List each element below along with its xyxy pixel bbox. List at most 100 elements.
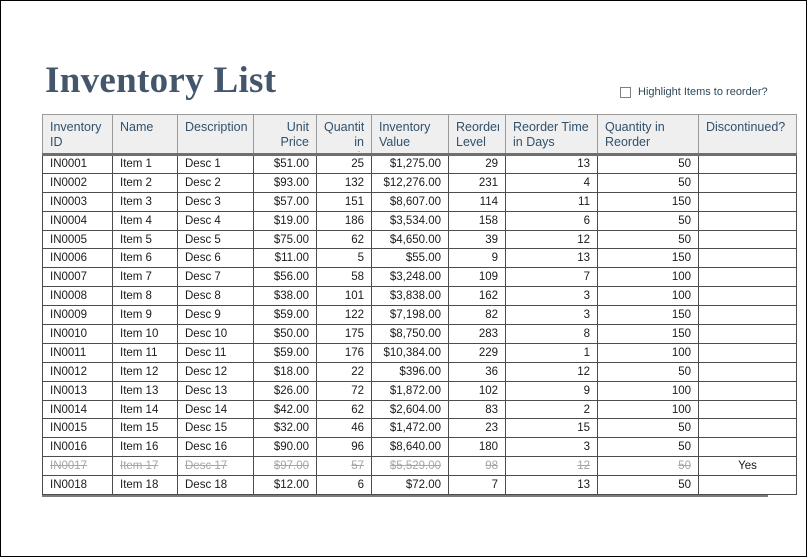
cell-unit-price[interactable]: $38.00 xyxy=(253,286,317,307)
cell-quantity-in-reorder[interactable]: 150 xyxy=(597,305,699,326)
cell-unit-price[interactable]: $59.00 xyxy=(253,342,317,363)
table-row[interactable]: IN0014 Item 14 Desc 14 $42.00 62 $2,604.00 83 2… xyxy=(42,399,797,420)
cell-inventory-id[interactable]: IN0014 xyxy=(42,399,113,420)
cell-description[interactable]: Desc 8 xyxy=(177,286,254,307)
cell-discontinued[interactable] xyxy=(698,475,797,496)
cell-quantity-in-reorder[interactable]: 150 xyxy=(597,248,699,269)
cell-discontinued[interactable] xyxy=(698,437,797,458)
column-header-inventory-value[interactable]: Inventory Value xyxy=(371,114,449,156)
cell-quantity-in-stock[interactable]: 46 xyxy=(316,418,372,439)
cell-discontinued[interactable] xyxy=(698,342,797,363)
cell-quantity-in-stock[interactable]: 96 xyxy=(316,437,372,458)
cell-description[interactable]: Desc 10 xyxy=(177,324,254,344)
cell-inventory-value[interactable]: $5,529.00 xyxy=(371,456,449,477)
cell-description[interactable]: Desc 9 xyxy=(177,305,254,326)
cell-quantity-in-stock[interactable]: 62 xyxy=(316,399,372,420)
cell-inventory-value[interactable]: $396.00 xyxy=(371,361,449,382)
cell-quantity-in-reorder[interactable]: 100 xyxy=(597,267,699,288)
cell-inventory-value[interactable]: $55.00 xyxy=(371,248,449,269)
cell-discontinued[interactable] xyxy=(698,191,797,212)
cell-unit-price[interactable]: $50.00 xyxy=(253,324,317,344)
cell-reorder-level[interactable]: 39 xyxy=(448,229,506,250)
cell-name[interactable]: Item 3 xyxy=(112,191,178,212)
cell-unit-price[interactable]: $18.00 xyxy=(253,361,317,382)
cell-reorder-level[interactable]: 82 xyxy=(448,305,506,326)
cell-discontinued[interactable] xyxy=(698,399,797,420)
table-row[interactable]: IN0009 Item 9 Desc 9 $59.00 122 $7,198.00 82 3 1… xyxy=(42,305,797,326)
cell-reorder-time-days[interactable]: 8 xyxy=(505,324,598,344)
table-row[interactable]: IN0013 Item 13 Desc 13 $26.00 72 $1,872.00 102… xyxy=(42,380,797,401)
cell-inventory-id[interactable]: IN0007 xyxy=(42,267,113,288)
cell-name[interactable]: Item 8 xyxy=(112,286,178,307)
cell-inventory-id[interactable]: IN0005 xyxy=(42,229,113,250)
cell-description[interactable]: Desc 17 xyxy=(177,456,254,477)
table-row[interactable]: IN0002 Item 2 Desc 2 $93.00 132 $12,276.00 231… xyxy=(42,172,797,193)
cell-unit-price[interactable]: $97.00 xyxy=(253,456,317,477)
table-row[interactable]: IN0016 Item 16 Desc 16 $90.00 96 $8,640.00 180… xyxy=(42,437,797,458)
cell-inventory-value[interactable]: $10,384.00 xyxy=(371,342,449,363)
cell-inventory-id[interactable]: IN0003 xyxy=(42,191,113,212)
cell-inventory-value[interactable]: $1,275.00 xyxy=(371,154,449,174)
cell-quantity-in-stock[interactable]: 151 xyxy=(316,191,372,212)
cell-description[interactable]: Desc 7 xyxy=(177,267,254,288)
cell-reorder-level[interactable]: 36 xyxy=(448,361,506,382)
cell-inventory-id[interactable]: IN0012 xyxy=(42,361,113,382)
cell-unit-price[interactable]: $26.00 xyxy=(253,380,317,401)
cell-inventory-value[interactable]: $8,640.00 xyxy=(371,437,449,458)
cell-inventory-id[interactable]: IN0010 xyxy=(42,324,113,344)
cell-reorder-level[interactable]: 7 xyxy=(448,475,506,496)
table-row[interactable]: IN0015 Item 15 Desc 15 $32.00 46 $1,472.00 23 1… xyxy=(42,418,797,439)
cell-reorder-level[interactable]: 9 xyxy=(448,248,506,269)
cell-inventory-value[interactable]: $4,650.00 xyxy=(371,229,449,250)
cell-quantity-in-reorder[interactable]: 50 xyxy=(597,210,699,231)
cell-reorder-level[interactable]: 231 xyxy=(448,172,506,193)
cell-unit-price[interactable]: $11.00 xyxy=(253,248,317,269)
cell-reorder-time-days[interactable]: 3 xyxy=(505,286,598,307)
cell-name[interactable]: Item 4 xyxy=(112,210,178,231)
cell-inventory-id[interactable]: IN0017 xyxy=(42,456,113,477)
cell-discontinued[interactable]: Yes xyxy=(698,456,797,477)
cell-discontinued[interactable] xyxy=(698,418,797,439)
cell-reorder-level[interactable]: 180 xyxy=(448,437,506,458)
cell-quantity-in-stock[interactable]: 72 xyxy=(316,380,372,401)
cell-quantity-in-stock[interactable]: 175 xyxy=(316,324,372,344)
cell-name[interactable]: Item 2 xyxy=(112,172,178,193)
column-header-quantity-in-stock[interactable]: Quantity in Stock xyxy=(316,114,372,156)
cell-description[interactable]: Desc 6 xyxy=(177,248,254,269)
table-row[interactable]: IN0006 Item 6 Desc 6 $11.00 5 $55.00 9 13 150 xyxy=(42,248,797,269)
cell-quantity-in-stock[interactable]: 62 xyxy=(316,229,372,250)
column-header-quantity-in-reorder[interactable]: Quantity in Reorder xyxy=(597,114,699,156)
cell-quantity-in-reorder[interactable]: 150 xyxy=(597,191,699,212)
cell-name[interactable]: Item 16 xyxy=(112,437,178,458)
cell-quantity-in-reorder[interactable]: 50 xyxy=(597,172,699,193)
cell-quantity-in-stock[interactable]: 122 xyxy=(316,305,372,326)
cell-reorder-time-days[interactable]: 11 xyxy=(505,191,598,212)
cell-inventory-id[interactable]: IN0011 xyxy=(42,342,113,363)
cell-quantity-in-stock[interactable]: 58 xyxy=(316,267,372,288)
cell-inventory-value[interactable]: $3,838.00 xyxy=(371,286,449,307)
cell-name[interactable]: Item 11 xyxy=(112,342,178,363)
cell-inventory-id[interactable]: IN0006 xyxy=(42,248,113,269)
cell-description[interactable]: Desc 14 xyxy=(177,399,254,420)
cell-unit-price[interactable]: $12.00 xyxy=(253,475,317,496)
cell-reorder-level[interactable]: 283 xyxy=(448,324,506,344)
cell-reorder-time-days[interactable]: 2 xyxy=(505,399,598,420)
cell-name[interactable]: Item 10 xyxy=(112,324,178,344)
table-row[interactable]: IN0017 Item 17 Desc 17 $97.00 57 $5,529.00 98 1… xyxy=(42,456,797,477)
cell-quantity-in-stock[interactable]: 186 xyxy=(316,210,372,231)
cell-name[interactable]: Item 15 xyxy=(112,418,178,439)
table-row[interactable]: IN0012 Item 12 Desc 12 $18.00 22 $396.00 36 12 5… xyxy=(42,361,797,382)
highlight-reorder-control[interactable]: Highlight Items to reorder? xyxy=(620,86,768,98)
cell-inventory-id[interactable]: IN0016 xyxy=(42,437,113,458)
cell-inventory-value[interactable]: $1,872.00 xyxy=(371,380,449,401)
cell-unit-price[interactable]: $93.00 xyxy=(253,172,317,193)
cell-description[interactable]: Desc 13 xyxy=(177,380,254,401)
cell-quantity-in-reorder[interactable]: 100 xyxy=(597,380,699,401)
cell-inventory-id[interactable]: IN0001 xyxy=(42,154,113,174)
cell-discontinued[interactable] xyxy=(698,286,797,307)
cell-inventory-value[interactable]: $12,276.00 xyxy=(371,172,449,193)
cell-description[interactable]: Desc 15 xyxy=(177,418,254,439)
cell-reorder-level[interactable]: 158 xyxy=(448,210,506,231)
cell-reorder-time-days[interactable]: 12 xyxy=(505,229,598,250)
cell-discontinued[interactable] xyxy=(698,324,797,344)
